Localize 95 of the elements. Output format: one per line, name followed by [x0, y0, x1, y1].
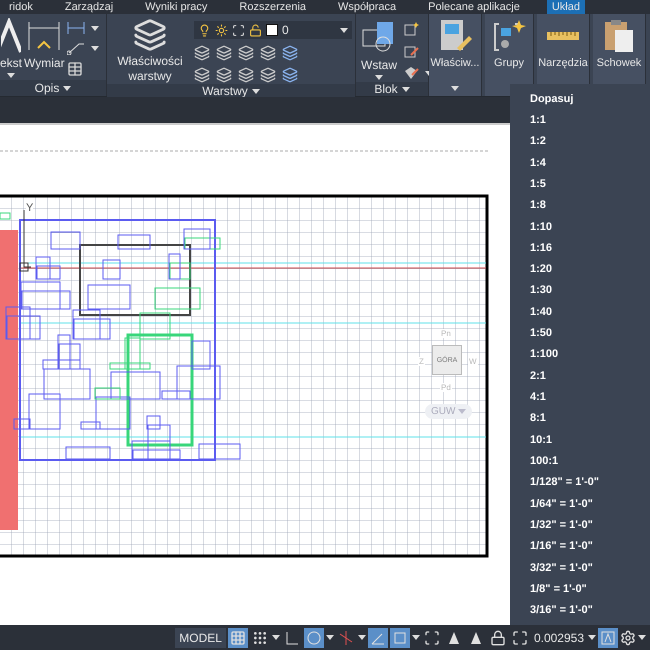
caret-icon[interactable] [588, 635, 596, 640]
viewcube-north-label: Pn [440, 329, 452, 338]
sun-icon [215, 24, 228, 36]
menu-item[interactable]: 1:8 [510, 194, 650, 216]
menu-item[interactable]: 1:100 [510, 344, 650, 366]
ribbon-tab[interactable]: Zarządzaj [60, 0, 118, 14]
polar-tracking-icon[interactable] [304, 628, 324, 648]
create-block-icon[interactable] [403, 21, 419, 37]
layer-tool-icon[interactable] [194, 45, 210, 61]
ribbon-tab[interactable]: Współpraca [333, 0, 402, 14]
menu-item[interactable]: 1:5 [510, 173, 650, 195]
layer-dropdown[interactable]: 0 [194, 21, 352, 39]
dimension-button[interactable]: Wymiar [24, 18, 65, 71]
menu-item[interactable]: Dopasuj [510, 88, 650, 110]
ribbon-button[interactable]: Grupy [491, 18, 527, 71]
menu-item[interactable]: 1/32" = 1'-0" [510, 514, 650, 536]
lightbulb-icon [198, 24, 211, 36]
caret-icon[interactable] [326, 635, 334, 640]
leader-icon[interactable] [66, 41, 85, 55]
layer-tool-icon[interactable] [238, 67, 254, 83]
ribbon-button[interactable]: Właściw... [430, 18, 480, 71]
menu-item[interactable]: 2:1 [510, 365, 650, 386]
color-swatch [266, 24, 278, 36]
ribbon-tab[interactable]: Układ [546, 0, 585, 14]
menu-item[interactable]: 10:1 [510, 429, 650, 450]
menu-item[interactable]: 8:1 [510, 408, 650, 429]
panel-title-bar[interactable]: Warstwy [107, 84, 355, 98]
layer-tool-icon[interactable] [260, 67, 276, 83]
layers-icon [133, 18, 167, 52]
menu-item[interactable]: 1/128" = 1'-0" [510, 472, 650, 493]
caret-icon[interactable] [451, 86, 459, 90]
menu-item[interactable]: 1:1 [510, 109, 650, 131]
layer-tool-icon[interactable] [238, 45, 254, 61]
ribbon-button[interactable]: Schowek [596, 18, 642, 71]
menu-item[interactable]: 3/16" = 1'-0" [510, 600, 650, 621]
viewcube-south-label: Pd [440, 383, 452, 392]
caret-icon[interactable] [90, 26, 99, 30]
settings-icon[interactable] [620, 630, 636, 646]
menu-item[interactable]: 3/32" = 1'-0" [510, 556, 650, 578]
menu-item[interactable]: 1:30 [510, 280, 650, 302]
menu-item[interactable]: 1:16 [510, 237, 650, 258]
scale-dropdown[interactable]: 0.002953 [532, 628, 586, 648]
ribbon-tab[interactable]: Polecane aplikacje [423, 0, 525, 14]
attribute-icon[interactable] [403, 65, 419, 81]
linear-dimension-icon[interactable] [66, 21, 85, 35]
viewcube-east-label: W [468, 357, 478, 366]
layer-tool-icon[interactable] [260, 45, 276, 61]
caret-icon[interactable] [340, 28, 348, 32]
menu-item[interactable]: 1:20 [510, 258, 650, 280]
viewcube-west-label: Z [418, 357, 425, 366]
panel-title-bar[interactable]: Opis [0, 80, 106, 96]
menu-item[interactable]: 1:4 [510, 152, 650, 174]
caret-icon[interactable] [252, 88, 260, 94]
caret-icon[interactable] [412, 635, 420, 640]
grid-icon[interactable] [228, 628, 248, 648]
layer-tool-icon[interactable] [282, 45, 298, 61]
frame-icon[interactable] [390, 628, 410, 648]
caret-icon[interactable] [90, 46, 99, 50]
ribbon-button[interactable]: Narzędzia [538, 18, 588, 71]
axis-label: Y [26, 203, 34, 214]
menu-item[interactable]: 1:10 [510, 216, 650, 238]
viewport-icon [232, 24, 245, 36]
menu-item[interactable]: 1/64" = 1'-0" [510, 492, 650, 514]
panel-title-bar[interactable]: Blok [356, 82, 428, 96]
ribbon-tab[interactable]: Wyniki pracy [140, 0, 212, 14]
caret-icon[interactable] [63, 86, 72, 90]
layer-tool-icon[interactable] [194, 67, 210, 83]
ribbon-tab[interactable]: Rozszerzenia [234, 0, 312, 14]
caret-icon[interactable] [375, 75, 383, 80]
menu-item[interactable]: 1/16" = 1'-0" [510, 536, 650, 557]
menu-item[interactable]: 1:2 [510, 130, 650, 152]
annotation-scale-icon[interactable] [598, 628, 618, 648]
caret-icon[interactable] [7, 73, 15, 78]
layer-tool-icon[interactable] [216, 67, 232, 83]
insert-button[interactable]: Wstaw [359, 18, 399, 82]
ribbon-tab[interactable]: ridok [4, 0, 38, 14]
layer-tool-icon[interactable] [282, 67, 298, 83]
layer-tool-icon[interactable] [216, 45, 232, 61]
table-icon[interactable] [66, 61, 83, 77]
menu-item[interactable]: 1:50 [510, 322, 650, 344]
menu-item[interactable]: 1/8" = 1'-0" [510, 578, 650, 600]
caret-icon[interactable] [358, 635, 366, 640]
angle-icon[interactable] [368, 628, 388, 648]
unlock-icon [249, 24, 262, 36]
menu-item[interactable]: 1:40 [510, 301, 650, 322]
menu-item[interactable]: 4:1 [510, 386, 650, 408]
menu-item[interactable]: 100:1 [510, 450, 650, 472]
caret-icon[interactable] [272, 635, 280, 640]
caret-icon[interactable] [402, 86, 410, 92]
ruler-icon [547, 32, 579, 40]
model-button[interactable]: MODEL [175, 628, 226, 648]
caret-icon[interactable] [638, 635, 646, 640]
group-icon [491, 18, 527, 54]
layer-properties-button[interactable]: Właściwości warstwy [110, 18, 190, 84]
text-button[interactable]: ekst [0, 18, 22, 78]
